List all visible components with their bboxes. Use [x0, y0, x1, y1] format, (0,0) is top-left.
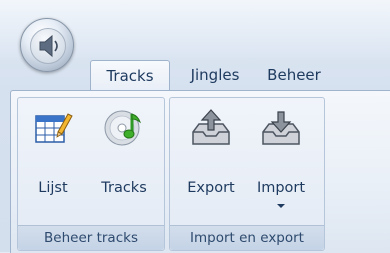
inbox-import-icon: [259, 106, 303, 154]
tracks-button[interactable]: Tracks: [90, 100, 158, 220]
group-import-export: Export Import Import en export: [169, 97, 325, 251]
lijst-label: Lijst: [38, 180, 68, 196]
group-label-import-export: Import en export: [170, 225, 324, 250]
group-beheer-tracks: Lijst Tracks Beheer tracks: [17, 97, 165, 251]
export-label: Export: [187, 180, 235, 196]
dropdown-arrow-icon[interactable]: [277, 204, 285, 208]
application-menu-button[interactable]: [20, 18, 74, 72]
speaker-icon: [30, 28, 66, 64]
tab-beheer[interactable]: Beheer: [258, 60, 330, 90]
ribbon-panel: Lijst Tracks Beheer tracks Export Import…: [10, 90, 390, 253]
import-label: Import: [256, 180, 306, 196]
lijst-button[interactable]: Lijst: [22, 100, 84, 220]
export-button[interactable]: Export: [178, 100, 244, 220]
tab-tracks[interactable]: Tracks: [90, 60, 170, 91]
import-button[interactable]: Import: [248, 100, 314, 220]
group-label-beheer-tracks: Beheer tracks: [18, 225, 164, 250]
application-window: Tracks Jingles Beheer Lijst Tracks Behee…: [0, 0, 390, 253]
music-cd-icon: [102, 106, 146, 154]
table-edit-icon: [32, 106, 74, 152]
tab-jingles[interactable]: Jingles: [180, 60, 250, 90]
outbox-export-icon: [189, 106, 233, 154]
tracks-label: Tracks: [101, 180, 147, 196]
